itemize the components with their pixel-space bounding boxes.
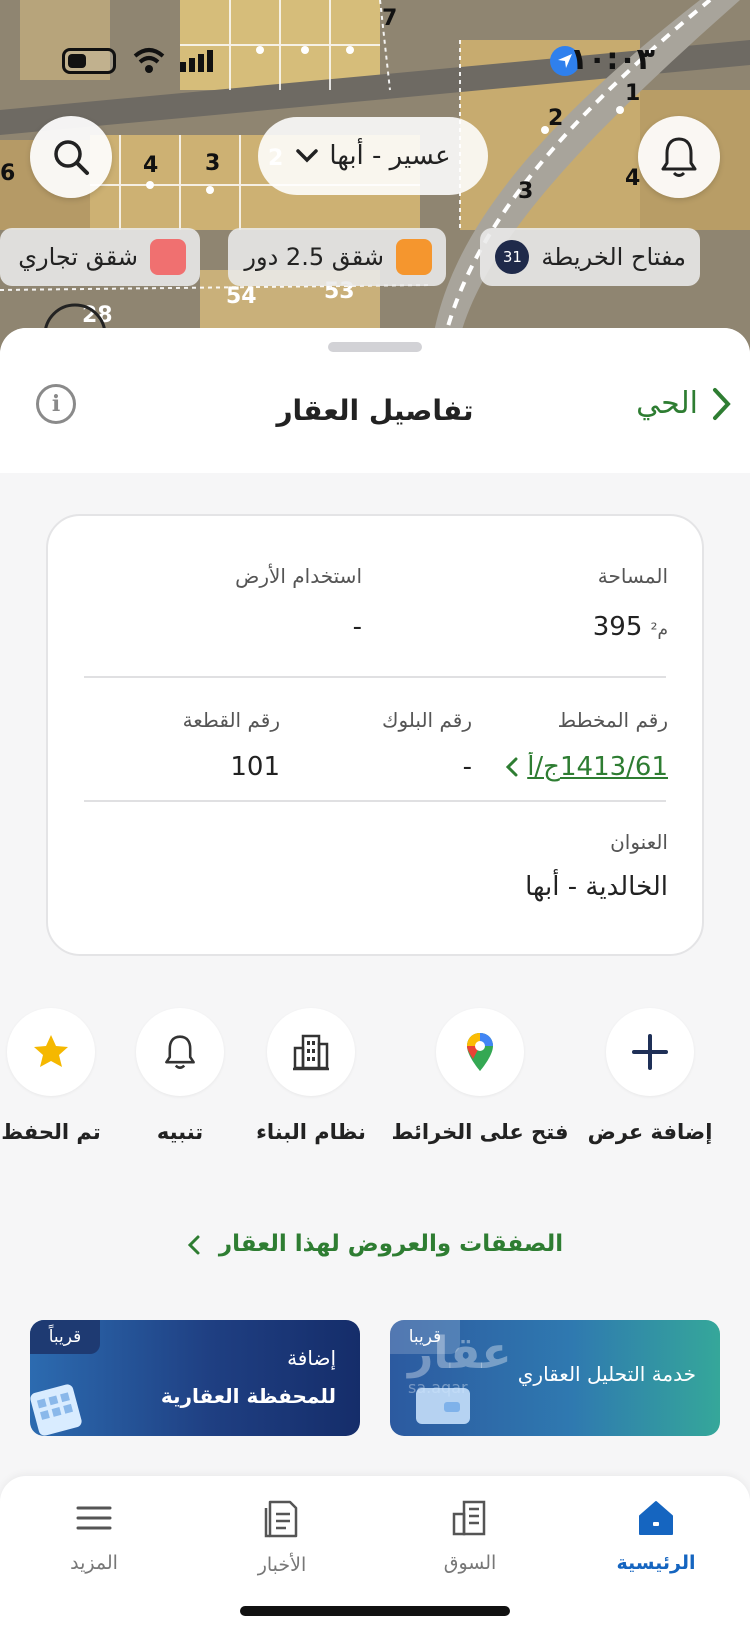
building-regulations-button[interactable]: نظام البناء <box>246 1008 376 1144</box>
parcel-number: 3 <box>205 151 220 176</box>
real-estate-analysis-banner[interactable]: قريبا عقار sa.aqar خدمة التحليل العقاري <box>390 1320 720 1436</box>
area-number: 395 <box>592 612 643 642</box>
tab-home[interactable]: الرئيسية <box>586 1498 726 1574</box>
legend-item-commercial-apartments[interactable]: شقق تجاري <box>0 228 200 286</box>
action-circle <box>267 1008 355 1096</box>
area-unit: م² <box>650 620 668 640</box>
divider <box>84 800 666 802</box>
address-value: الخالدية - أبها <box>525 872 668 902</box>
saved-button[interactable]: تم الحفظ <box>0 1008 116 1144</box>
land-use-value: - <box>352 612 362 642</box>
market-icon <box>452 1500 486 1536</box>
property-details-card: المساحة م² 395 استخدام الأرض - رقم المخط… <box>46 514 704 956</box>
address-label: العنوان <box>610 830 668 854</box>
bottom-tab-bar: الرئيسية السوق الأخبار المزيد <box>0 1476 750 1630</box>
wifi-icon <box>133 48 165 73</box>
legend-swatch-orange <box>396 239 432 275</box>
notifications-button[interactable] <box>638 116 720 198</box>
bell-icon <box>165 1035 195 1069</box>
aqar-watermark: عقار <box>408 1328 512 1379</box>
tab-more[interactable]: المزيد <box>24 1498 164 1574</box>
parcel-number: 4 <box>625 166 640 191</box>
search-button[interactable] <box>30 116 112 198</box>
region-selector-label: عسير - أبها <box>329 141 451 171</box>
legend-count-badge: 31 <box>495 240 530 274</box>
legend-label: شقق 2.5 دور <box>244 243 384 271</box>
coming-soon-badge: قريباً <box>30 1320 100 1354</box>
page-title: تفاصيل العقار <box>276 394 474 427</box>
land-use-label: استخدام الأرض <box>235 564 362 588</box>
menu-icon <box>76 1506 112 1530</box>
deals-and-offers-link[interactable]: الصفقات والعروض لهذا العقار <box>0 1231 750 1257</box>
action-circle <box>436 1008 524 1096</box>
property-details-sheet: الحي تفاصيل العقار i المساحة م² 395 استخ… <box>0 328 750 1630</box>
parcel-number-label: رقم القطعة <box>182 708 280 732</box>
parcel-number: 6 <box>0 161 15 186</box>
home-icon <box>639 1501 673 1535</box>
map-legend-button[interactable]: مفتاح الخريطة 31 <box>480 228 700 286</box>
action-label: تنبيه <box>156 1120 204 1144</box>
map-view[interactable]: 1 2 3 4 4 3 2 6 54 53 28 7 ١٠:٠٣ <box>0 0 750 360</box>
battery-icon <box>62 48 116 74</box>
legend-swatch-red <box>150 239 186 275</box>
plus-icon <box>632 1034 668 1070</box>
cellular-signal-icon <box>180 50 213 72</box>
tab-label: الرئيسية <box>616 1552 696 1574</box>
region-selector[interactable]: عسير - أبها <box>258 117 488 195</box>
parcel-number: 7 <box>382 6 397 31</box>
action-label: تم الحفظ <box>1 1120 101 1144</box>
plan-number-label: رقم المخطط <box>557 708 668 732</box>
legend-item-apartments-2-5[interactable]: شقق 2.5 دور <box>228 228 446 286</box>
plan-number-link[interactable]: 1413/61ج/أ <box>505 752 668 782</box>
action-label: إضافة عرض <box>587 1120 713 1144</box>
promo-title: خدمة التحليل العقاري <box>517 1362 696 1386</box>
action-circle <box>136 1008 224 1096</box>
action-circle <box>606 1008 694 1096</box>
tab-label: السوق <box>443 1552 497 1574</box>
tab-market[interactable]: السوق <box>400 1498 540 1574</box>
add-offer-button[interactable]: إضافة عرض <box>585 1008 715 1144</box>
bell-icon <box>661 137 697 177</box>
tab-news[interactable]: الأخبار <box>212 1498 352 1576</box>
parcel-number-value: 101 <box>230 752 280 782</box>
status-bar: ١٠:٠٣ <box>0 38 750 88</box>
divider <box>84 676 666 678</box>
block-number-label: رقم البلوك <box>381 708 472 732</box>
home-indicator[interactable] <box>240 1606 510 1616</box>
chevron-left-icon <box>506 757 518 777</box>
search-icon <box>54 140 89 175</box>
building-icon <box>293 1034 329 1071</box>
parcel-number: 2 <box>548 106 563 131</box>
chevron-down-icon <box>296 149 319 163</box>
map-pin-icon <box>467 1033 493 1071</box>
card-illustration-icon <box>416 1388 470 1424</box>
star-icon <box>34 1035 68 1067</box>
parcel-number: 54 <box>226 284 257 309</box>
action-label: نظام البناء <box>256 1120 366 1144</box>
news-icon <box>264 1500 298 1538</box>
block-number-value: - <box>462 752 472 782</box>
tab-label: الأخبار <box>257 1554 307 1576</box>
plan-number-value: 1413/61ج/أ <box>527 752 668 782</box>
status-time: ١٠:٠٣ <box>569 42 655 77</box>
promo-subtitle: للمحفظة العقارية <box>160 1384 336 1408</box>
alert-button[interactable]: تنبيه <box>115 1008 245 1144</box>
parcel-number: 3 <box>518 179 533 204</box>
action-label: فتح على الخرائط <box>391 1120 569 1144</box>
action-circle <box>7 1008 95 1096</box>
open-in-maps-button[interactable]: فتح على الخرائط <box>391 1008 569 1144</box>
area-label: المساحة <box>597 564 668 588</box>
map-legend-label: مفتاح الخريطة <box>541 243 686 271</box>
calculator-illustration-icon <box>30 1384 82 1436</box>
sheet-drag-handle[interactable] <box>328 342 422 352</box>
chevron-left-icon <box>187 1235 200 1254</box>
tab-label: المزيد <box>70 1552 118 1574</box>
promo-title: إضافة <box>287 1346 336 1370</box>
deals-link-label: الصفقات والعروض لهذا العقار <box>218 1231 564 1257</box>
area-value: م² 395 <box>593 612 668 642</box>
info-icon[interactable]: i <box>36 384 76 424</box>
parcel-number: 4 <box>143 153 158 178</box>
portfolio-banner[interactable]: قريباً إضافة للمحفظة العقارية <box>30 1320 360 1436</box>
legend-label: شقق تجاري <box>18 243 138 271</box>
